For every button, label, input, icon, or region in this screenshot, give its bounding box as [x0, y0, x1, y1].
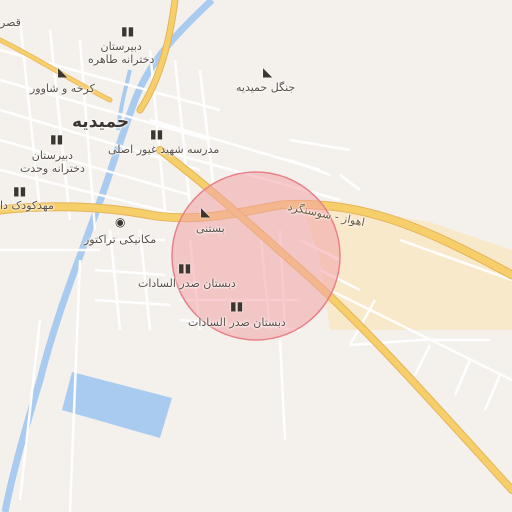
sadr2-label: دبستان صدر السادات	[188, 316, 286, 329]
car-repair-icon[interactable]: ◉	[115, 216, 125, 228]
school-icon[interactable]: ▮▮	[121, 25, 134, 37]
lake	[62, 372, 172, 438]
school-top-label: دبیرستان دخترانه طاهره	[88, 40, 155, 66]
location-radius-circle	[171, 171, 341, 341]
school-ghour-label: مدرسه شهید غیور اصلی	[108, 143, 220, 156]
ghasr-label: قصر	[0, 16, 21, 29]
school-icon[interactable]: ▮▮	[150, 128, 163, 140]
shop-karkhe-label: کرخه و شاوور	[30, 82, 95, 95]
map-base-layer	[0, 0, 512, 512]
school-icon[interactable]: ▮▮	[13, 185, 26, 197]
school-icon[interactable]: ▮▮	[178, 262, 191, 274]
shopping-basket-icon[interactable]: ◣	[58, 66, 67, 78]
sadr1-label: دبستان صدر السادات	[138, 277, 236, 290]
tractor-label: مکانیکی تراکتور	[84, 233, 157, 246]
school-icon[interactable]: ▮▮	[50, 133, 63, 145]
kindergarten-label: مهدکودک دا	[0, 199, 54, 212]
shopping-basket-icon[interactable]: ◣	[263, 66, 272, 78]
pastry-label: بستنی	[196, 222, 225, 235]
jangal-label: جنگل حمیدیه	[236, 81, 296, 94]
town-label: حمیدیه	[72, 112, 130, 132]
map-viewport[interactable]: حمیدیه اهواز - سوسنگرد دبیرستان دخترانه …	[0, 0, 512, 512]
shopping-basket-icon[interactable]: ◣	[201, 206, 210, 218]
school-icon[interactable]: ▮▮	[230, 300, 243, 312]
school-vahdat-label: دبیرستان دخترانه وحدت	[20, 149, 85, 175]
